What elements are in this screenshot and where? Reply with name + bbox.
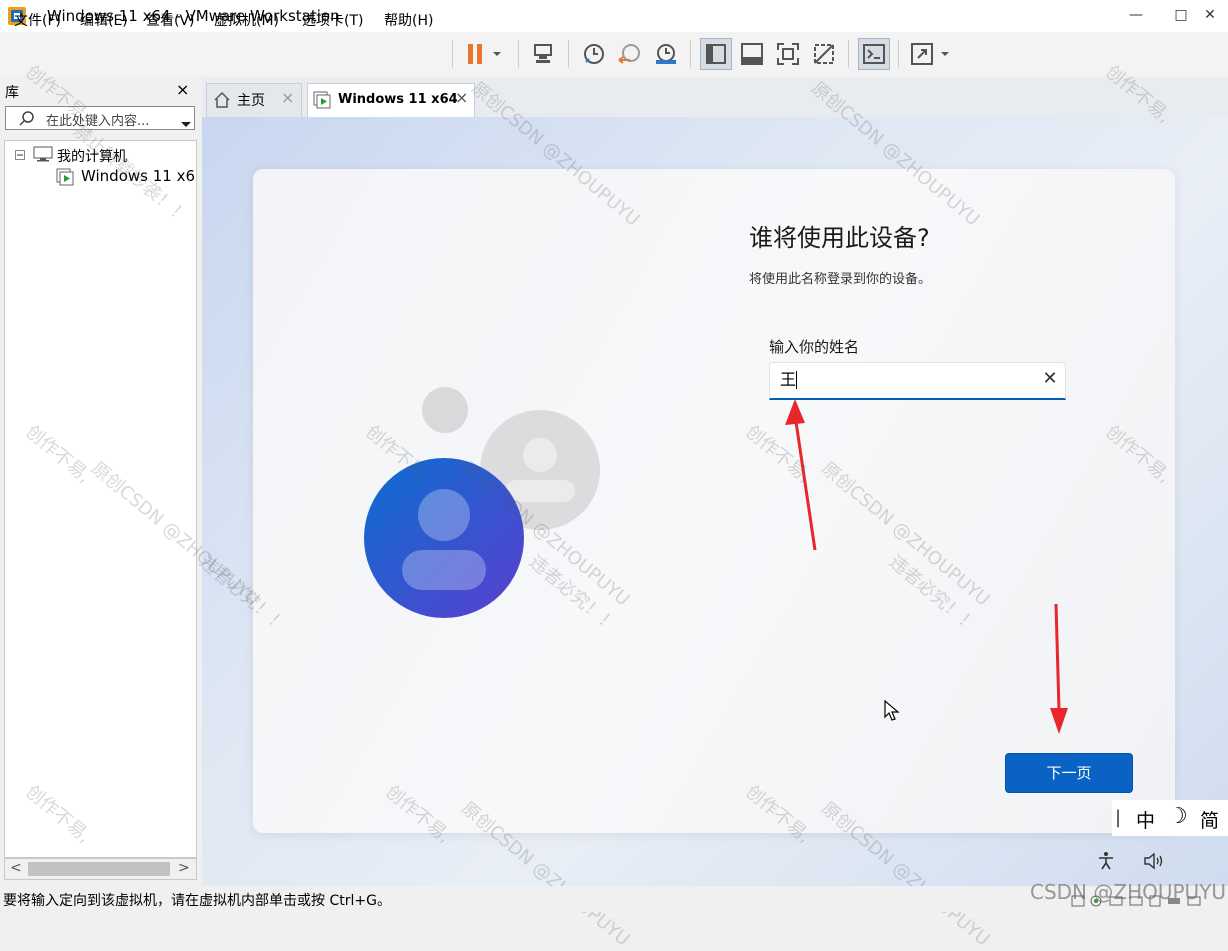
pause-icon[interactable] [462, 40, 490, 68]
menu-help[interactable]: 帮助(H) [384, 11, 433, 31]
vm-running-icon [313, 91, 333, 113]
name-input-value: 王 [780, 370, 797, 389]
show-library-icon[interactable] [700, 38, 732, 70]
unity-icon[interactable] [810, 40, 838, 68]
mouse-cursor-icon [884, 699, 900, 726]
computer-icon [33, 146, 53, 166]
volume-icon[interactable] [1143, 851, 1165, 875]
scroll-right-icon[interactable]: > [178, 860, 190, 876]
search-icon [18, 110, 36, 130]
scrollbar-thumb[interactable] [28, 862, 170, 876]
toolbar-divider [568, 40, 569, 68]
console-view-icon[interactable] [858, 38, 890, 70]
maximize-button[interactable]: □ [1169, 4, 1193, 26]
revert-snapshot-icon[interactable] [616, 40, 644, 68]
accessibility-icon[interactable] [1096, 851, 1116, 875]
send-ctrl-alt-del-icon[interactable] [530, 40, 558, 68]
oobe-subtitle: 将使用此名称登录到你的设备。 [749, 272, 932, 287]
stretch-guest-icon[interactable] [908, 40, 936, 68]
toolbar-divider [690, 40, 691, 68]
ime-divider: | [1115, 807, 1122, 828]
tab-vm-label: Windows 11 x64 [338, 92, 458, 107]
library-title: 库 [5, 85, 19, 101]
annotation-arrow-down-icon [1043, 600, 1073, 744]
ime-mode-toggle[interactable]: 中 [1136, 806, 1155, 833]
thumbnail-bar-icon[interactable] [738, 40, 766, 68]
toolbar-divider [518, 40, 519, 68]
close-window-button[interactable]: ✕ [1198, 4, 1222, 26]
name-field-label: 输入你的姓名 [769, 338, 860, 356]
menu-view[interactable]: 查看(V) [146, 11, 195, 31]
minimize-button[interactable]: — [1124, 4, 1148, 26]
chevron-down-icon[interactable] [488, 40, 506, 68]
menu-edit[interactable]: 编辑(E) [80, 11, 128, 31]
menu-vm[interactable]: 虚拟机(M) [214, 11, 279, 31]
search-dropdown-icon[interactable] [180, 114, 192, 133]
tab-home-label: 主页 [237, 93, 265, 109]
ime-halfwidth-icon[interactable]: ☽ [1168, 804, 1188, 829]
snapshot-icon[interactable] [580, 40, 608, 68]
ime-charset-toggle[interactable]: 简 [1200, 806, 1219, 833]
text-caret [796, 371, 797, 389]
status-message: 要将输入定向到该虚拟机，请在虚拟机内部单击或按 Ctrl+G。 [3, 893, 391, 909]
toolbar-divider [898, 40, 899, 68]
toolbar-divider [848, 40, 849, 68]
next-button[interactable]: 下一页 [1005, 753, 1133, 793]
tab-close-icon[interactable]: × [455, 88, 468, 107]
scroll-left-icon[interactable]: < [10, 860, 22, 876]
full-screen-icon[interactable] [774, 40, 802, 68]
vm-running-icon [56, 168, 76, 190]
device-status-icons [1070, 893, 1220, 913]
oobe-heading: 谁将使用此设备? [749, 224, 930, 252]
menu-tabs[interactable]: 选项卡(T) [302, 11, 363, 31]
menu-file[interactable]: 文件(F) [14, 11, 61, 31]
tab-close-icon[interactable]: × [281, 88, 294, 107]
library-tree [4, 140, 197, 858]
chevron-down-icon[interactable] [936, 40, 954, 68]
toolbar-divider [452, 40, 453, 68]
library-close-button[interactable]: × [176, 80, 189, 99]
clear-input-button[interactable]: ✕ [1040, 368, 1060, 390]
tree-collapse-icon[interactable] [15, 150, 25, 160]
menu-toolbar [0, 32, 1228, 76]
home-icon [213, 91, 231, 113]
snapshot-manager-icon[interactable] [652, 40, 680, 68]
